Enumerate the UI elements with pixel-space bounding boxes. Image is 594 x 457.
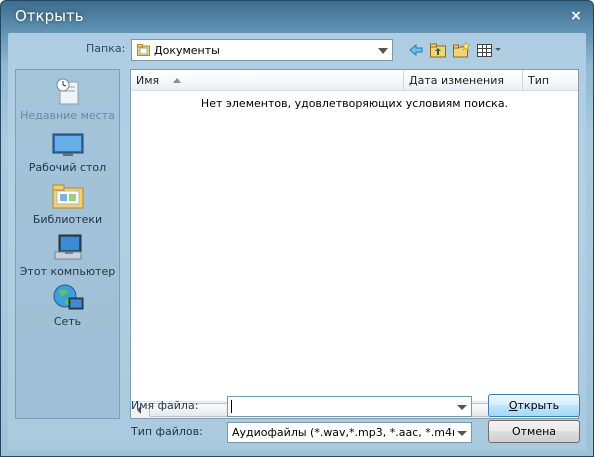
column-name[interactable]: Имя [131, 70, 403, 91]
desktop-icon [52, 133, 83, 156]
text-caret [231, 400, 232, 413]
folder-icon [137, 44, 150, 56]
filename-label: Имя файла: [131, 399, 199, 412]
column-type[interactable]: Тип [523, 70, 578, 91]
place-label: Недавние места [20, 109, 115, 122]
chevron-down-icon[interactable] [378, 48, 388, 54]
new-folder-icon[interactable] [452, 41, 470, 59]
libraries-icon [52, 184, 83, 209]
view-menu-icon[interactable] [476, 41, 504, 59]
close-button[interactable]: × [567, 7, 585, 25]
title-bar[interactable]: Открыть × [1, 1, 593, 33]
sort-ascending-icon [173, 78, 181, 83]
lookin-combo[interactable]: Документы [131, 39, 393, 61]
place-recent[interactable]: Недавние места [16, 76, 119, 122]
open-file-dialog: Открыть × Папка: Документы Недавние мест… [0, 0, 594, 457]
file-list[interactable]: Имя Дата изменения Тип Нет элементов, уд… [130, 69, 579, 419]
place-label: Этот компьютер [19, 265, 116, 278]
lookin-value: Документы [154, 44, 220, 57]
lookin-label: Папка: [86, 42, 126, 55]
place-computer[interactable]: Этот компьютер [16, 232, 119, 278]
network-icon [53, 284, 83, 310]
recent-places-icon [56, 78, 78, 105]
filetype-value: Аудиофайлы (*.wav,*.mp3, *.aac, *.m4r, *… [232, 426, 454, 439]
column-header-row: Имя Дата изменения Тип [131, 70, 578, 91]
place-libraries[interactable]: Библиотеки [16, 180, 119, 226]
open-accelerator: О [508, 399, 518, 412]
chevron-down-icon[interactable] [457, 405, 467, 410]
place-label: Сеть [53, 315, 82, 328]
open-label: ткрыть [517, 399, 560, 412]
place-label: Рабочий стол [28, 161, 107, 174]
dialog-body: Папка: Документы Недавние места Рабочий … [8, 33, 586, 451]
cancel-button[interactable]: Отмена [488, 420, 580, 443]
open-button[interactable]: Открыть [488, 394, 580, 417]
back-icon[interactable] [407, 41, 425, 59]
up-folder-icon[interactable] [429, 41, 447, 59]
place-desktop[interactable]: Рабочий стол [16, 128, 119, 174]
chevron-down-icon[interactable] [457, 431, 467, 436]
empty-message: Нет элементов, удовлетворяющих условиям … [200, 97, 509, 110]
filetype-label: Тип файлов: [131, 425, 203, 438]
column-date-modified[interactable]: Дата изменения [404, 70, 522, 91]
filetype-select[interactable]: Аудиофайлы (*.wav,*.mp3, *.aac, *.m4r, *… [227, 422, 472, 443]
dialog-title: Открыть [15, 7, 84, 25]
computer-icon [54, 234, 81, 260]
filename-input[interactable] [227, 396, 472, 417]
places-bar: Недавние места Рабочий стол Библиотеки Э… [15, 69, 120, 419]
place-label: Библиотеки [32, 213, 103, 226]
place-network[interactable]: Сеть [16, 282, 119, 328]
